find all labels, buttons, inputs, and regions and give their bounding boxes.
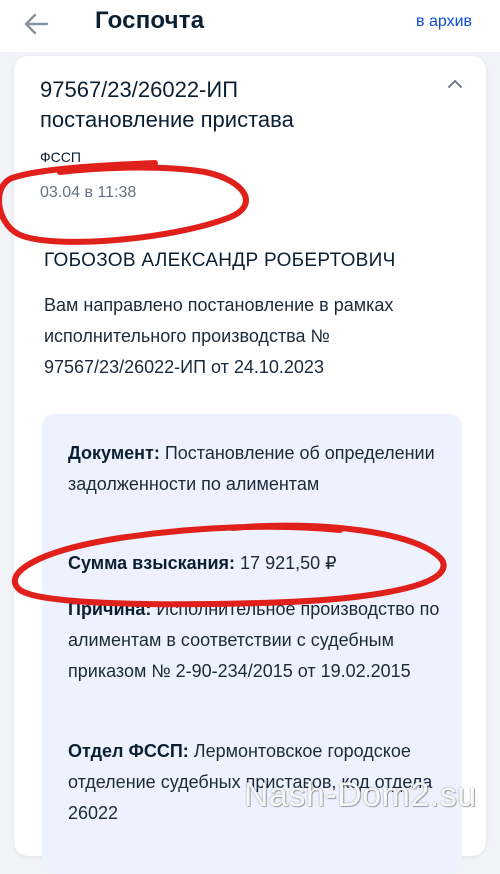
message-number: 97567/23/26022-ИП	[40, 77, 238, 102]
reason-label: Причина:	[68, 599, 152, 619]
top-bar: Госпочта в архив	[0, 0, 500, 52]
message-subject: постановление пристава	[40, 107, 294, 132]
amount-value: 17 921,50 ₽	[240, 553, 337, 573]
back-button[interactable]	[18, 6, 54, 42]
collapse-button[interactable]	[441, 73, 469, 95]
message-card: 97567/23/26022-ИП постановление пристава…	[14, 56, 486, 874]
sender-name: ФССП	[40, 149, 81, 165]
page-title: Госпочта	[95, 7, 205, 34]
document-label: Документ:	[68, 443, 160, 463]
recipient-name: ГОБОЗОВ АЛЕКСАНДР РОБЕРТОВИЧ	[44, 250, 396, 271]
watermark: Nash-Dom2.su	[244, 776, 477, 814]
detail-reason: Причина: Исполнительное производство по …	[68, 594, 448, 687]
detail-document: Документ: Постановление об определении з…	[68, 438, 448, 500]
message-intro: Вам направлено постановление в рамках ис…	[44, 295, 394, 377]
back-arrow-icon	[24, 13, 49, 35]
detail-amount: Сумма взыскания: 17 921,50 ₽	[68, 548, 448, 579]
message-datetime: 03.04 в 11:38	[40, 184, 137, 201]
archive-button[interactable]: в архив	[416, 13, 472, 31]
chevron-up-icon	[448, 80, 462, 88]
department-label: Отдел ФССП:	[68, 741, 189, 761]
amount-label: Сумма взыскания:	[68, 553, 236, 573]
